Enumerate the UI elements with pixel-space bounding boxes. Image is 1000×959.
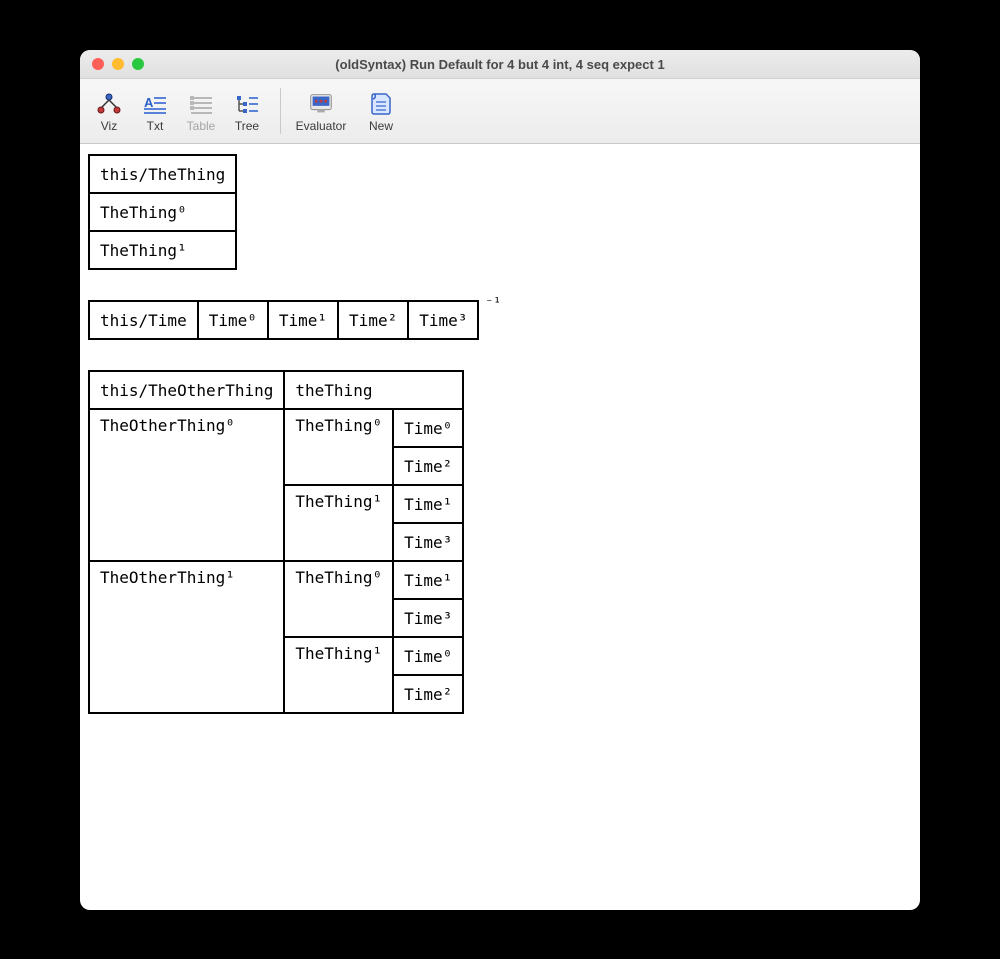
cell: Time³ [393, 523, 463, 561]
toolbar: Viz A Txt [80, 79, 920, 144]
new-icon [367, 91, 395, 117]
table-button[interactable]: Table [178, 83, 224, 139]
table-row: this/TheThing [89, 155, 236, 193]
viz-label: Viz [101, 120, 117, 132]
cell: Time⁰ [198, 301, 268, 339]
cell-header: this/Time [89, 301, 198, 339]
cell: Time³ [393, 599, 463, 637]
table-row: TheThing⁰ [89, 193, 236, 231]
evaluator-button[interactable]: Evaluator [291, 83, 351, 139]
txt-label: Txt [147, 120, 164, 132]
cell: Time² [393, 675, 463, 713]
maximize-icon[interactable] [132, 58, 144, 70]
content-area: this/TheThing TheThing⁰ TheThing¹ this/T… [80, 144, 920, 754]
cell: Time² [393, 447, 463, 485]
window: (oldSyntax) Run Default for 4 but 4 int,… [80, 50, 920, 910]
toolbar-separator [280, 88, 281, 134]
cell: TheOtherThing¹ [89, 561, 284, 713]
table-row: TheOtherThing⁰ TheThing⁰ Time⁰ [89, 409, 463, 447]
tree-button[interactable]: Tree [224, 83, 270, 139]
cell: TheThing¹ [284, 637, 393, 713]
cell-header: theThing [284, 371, 463, 409]
new-label: New [369, 120, 393, 132]
tree-label: Tree [235, 120, 259, 132]
evaluator-label: Evaluator [296, 120, 347, 132]
cell: TheThing¹ [284, 485, 393, 561]
table-row: TheOtherThing¹ TheThing⁰ Time¹ [89, 561, 463, 599]
viz-button[interactable]: Viz [86, 83, 132, 139]
table-row: this/Time Time⁰ Time¹ Time² Time³ [89, 301, 478, 339]
minimize-icon[interactable] [112, 58, 124, 70]
cell: TheThing¹ [89, 231, 236, 269]
cell-header: this/TheThing [89, 155, 236, 193]
close-icon[interactable] [92, 58, 104, 70]
table-time: this/Time Time⁰ Time¹ Time² Time³ [88, 300, 479, 340]
cell: Time¹ [393, 561, 463, 599]
time-annotation: ⁻¹ [485, 296, 501, 311]
cell: Time¹ [268, 301, 338, 339]
titlebar: (oldSyntax) Run Default for 4 but 4 int,… [80, 50, 920, 79]
cell: Time⁰ [393, 637, 463, 675]
evaluator-icon [307, 91, 335, 117]
cell: Time⁰ [393, 409, 463, 447]
table-icon [187, 91, 215, 117]
cell: Time³ [408, 301, 478, 339]
table-row: this/TheOtherThing theThing [89, 371, 463, 409]
table-row: TheThing¹ [89, 231, 236, 269]
cell-header: this/TheOtherThing [89, 371, 284, 409]
table-theotherthing: this/TheOtherThing theThing TheOtherThin… [88, 370, 464, 714]
cell: TheThing⁰ [284, 561, 393, 637]
cell: Time² [338, 301, 408, 339]
table-label: Table [187, 120, 216, 132]
svg-text:A: A [144, 95, 154, 110]
viz-icon [95, 91, 123, 117]
cell: TheThing⁰ [89, 193, 236, 231]
table-thething: this/TheThing TheThing⁰ TheThing¹ [88, 154, 237, 270]
tree-icon [233, 91, 261, 117]
new-button[interactable]: New [351, 83, 411, 139]
traffic-lights [80, 58, 144, 70]
txt-icon: A [141, 91, 169, 117]
txt-button[interactable]: A Txt [132, 83, 178, 139]
cell: TheOtherThing⁰ [89, 409, 284, 561]
cell: Time¹ [393, 485, 463, 523]
window-title: (oldSyntax) Run Default for 4 but 4 int,… [80, 57, 920, 72]
cell: TheThing⁰ [284, 409, 393, 485]
